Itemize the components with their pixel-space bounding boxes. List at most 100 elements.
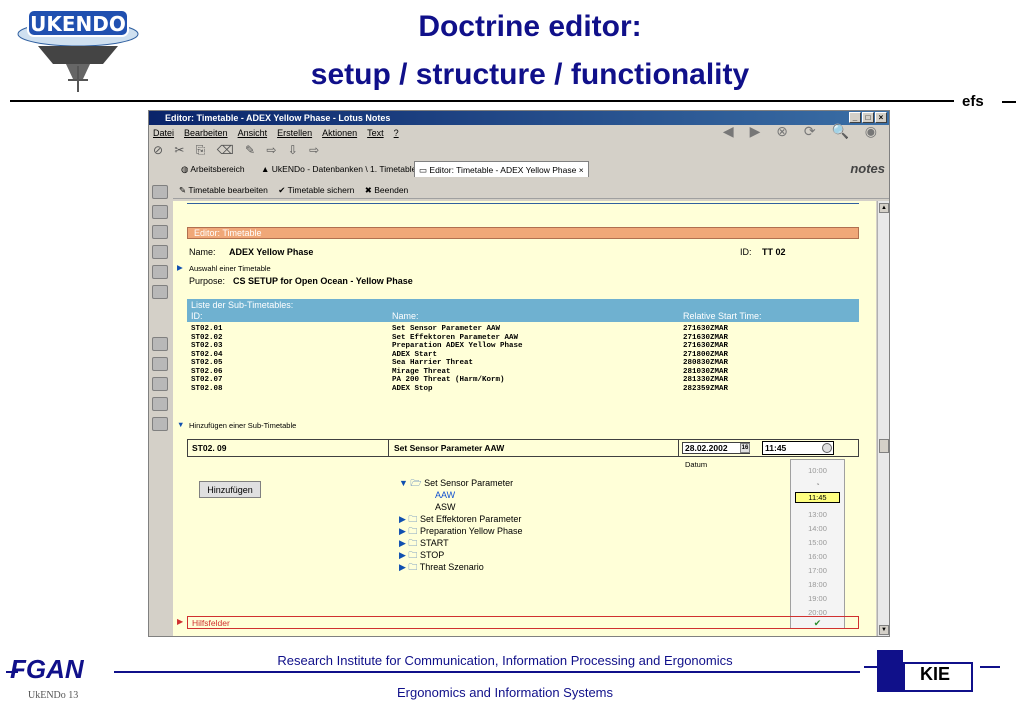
time-option[interactable]: 19:00 [791,594,844,603]
menu-ansicht[interactable]: Ansicht [238,126,268,141]
time-option[interactable]: 15:00 [791,538,844,547]
table-row[interactable]: ST02.01 Set Sensor Parameter AAW 271630ZMA… [191,325,791,334]
time-option[interactable]: 16:00 [791,552,844,561]
time-picker-list[interactable]: 10:00 ◔ 11:45 13:00 14:00 15:00 16:00 17… [790,459,845,629]
corner-label: efs [962,93,984,110]
svg-text:UKENDO: UKENDO [30,12,126,36]
table-row[interactable]: ST02.05 Sea Harrier Threat 280830ZMAR [191,359,791,368]
time-option[interactable]: 14:00 [791,524,844,533]
column-name: Name: [392,311,419,321]
action-save-timetable[interactable]: ✔ Timetable sichern [278,185,354,195]
footer-divider [114,671,860,673]
time-option[interactable]: 18:00 [791,580,844,589]
tree-node[interactable]: ▶ 🗀 Preparation Yellow Phase [399,525,599,537]
tab-close-icon[interactable]: × [579,165,584,175]
tree-node[interactable]: ▶ 🗀 Set Effektoren Parameter [399,513,599,525]
menu-bearbeiten[interactable]: Bearbeiten [184,126,228,141]
bookmark-icon[interactable] [152,245,168,259]
folder-icon: ▶ 🗀 [399,514,420,524]
action-exit[interactable]: ✖ Beenden [365,185,409,195]
maximize-button[interactable]: □ [862,112,874,123]
list-title: Liste der Sub-Timetables: [191,300,294,310]
kie-label: KIE [920,664,951,684]
bookmark-icon[interactable] [152,397,168,411]
tab-bar: ◍ Arbeitsbereich ▲ UkENDo - Datenbanken … [149,159,889,179]
slide-title-line1: Doctrine editor: [418,10,642,43]
name-field[interactable]: ADEX Yellow Phase [229,247,313,257]
tab-workspace[interactable]: ◍ Arbeitsbereich [177,161,249,177]
table-row[interactable]: ST02.02 Set Effektoren Parameter AAW 27163… [191,334,791,343]
navigation-icons[interactable]: ◀ ▶ ⊗ ⟳ 🔍 ◉ [723,123,883,140]
slide-title-line2: setup / structure / functionality [310,58,750,91]
table-row[interactable]: ST02.03 Preparation ADEX Yellow Phase 2716… [191,342,791,351]
cell-divider [678,440,679,456]
add-button[interactable]: Hinzufügen [199,481,261,498]
new-id-field[interactable]: ST02. 09 [192,443,227,453]
tab-databases[interactable]: ▲ UkENDo - Datenbanken \ 1. Timetables [257,161,425,177]
document-form: Editor: Timetable Name: ADEX Yellow Phas… [173,201,876,636]
expand-triangle-icon[interactable]: ▶ [177,263,183,272]
tab-editor[interactable]: ▭ Editor: Timetable - ADEX Yellow Phase … [414,161,589,177]
tree-node[interactable]: ▶ 🗀 STOP [399,549,599,561]
ukendo-logo: UKENDO [8,4,148,94]
id-field[interactable]: TT 02 [762,247,786,257]
helper-fields-section[interactable]: Hilfsfelder [187,616,859,629]
database-icon: ▲ [261,164,272,174]
menu-aktionen[interactable]: Aktionen [322,126,357,141]
name-label: Name: [189,247,216,257]
bookmark-icon[interactable] [152,357,168,371]
tree-node[interactable]: ▼ 🗁 Set Sensor Parameter [399,477,599,489]
expand-triangle-icon[interactable]: ▶ [177,617,183,626]
scroll-up-icon[interactable]: ▲ [879,203,889,213]
tree-leaf[interactable]: ASW [399,501,599,513]
minimize-button[interactable]: _ [849,112,861,123]
menu-help[interactable]: ? [394,126,399,141]
footer-department: Ergonomics and Information Systems [396,685,614,700]
subtimetable-list: ST02.01 Set Sensor Parameter AAW 271630ZMA… [191,325,791,393]
menu-erstellen[interactable]: Erstellen [277,126,312,141]
toolbar-icons[interactable]: ⊘ ✂ ⎘ ⌫ ✎ ⇨ ⇩ ⇨ [149,141,889,159]
select-timetable-label: Auswahl einer Timetable [189,264,271,273]
footer-line-right [980,666,1000,668]
new-name-field[interactable]: Set Sensor Parameter AAW [394,443,504,453]
purpose-field[interactable]: CS SETUP for Open Ocean - Yellow Phase [233,276,413,286]
menu-text[interactable]: Text [367,126,384,141]
scroll-thumb[interactable] [879,439,889,453]
clock-icon[interactable] [822,443,832,453]
footer-line-right [864,666,878,668]
bookmark-icon[interactable] [152,205,168,219]
scroll-down-icon[interactable]: ▼ [879,625,889,635]
editor-header-band: Editor: Timetable [187,227,859,239]
table-row[interactable]: ST02.08 ADEX Stop 282359ZMAR [191,385,791,394]
folder-icon: ▶ 🗀 [399,526,420,536]
table-row[interactable]: ST02.06 Mirage Threat 281030ZMAR [191,368,791,377]
close-button[interactable]: × [875,112,887,123]
column-start-time: Relative Start Time: [683,311,762,321]
bookmark-icon[interactable] [152,185,168,199]
collapse-triangle-icon[interactable]: ▼ [177,420,184,429]
bookmark-icon[interactable] [152,225,168,239]
table-row[interactable]: ST02.04 ADEX Start 271800ZMAR [191,351,791,360]
time-option[interactable]: 13:00 [791,510,844,519]
tree-node[interactable]: ▶ 🗀 START [399,537,599,549]
tree-leaf[interactable]: AAW [399,489,599,501]
bookmark-icon[interactable] [152,265,168,279]
bookmark-icon[interactable] [152,285,168,299]
page-number: UkENDo 13 [28,690,79,701]
action-bar: ✎ Timetable bearbeiten ✔ Timetable siche… [173,181,889,199]
header-divider [10,100,954,102]
bookmark-icon[interactable] [152,377,168,391]
calendar-icon[interactable]: 16 [740,443,750,453]
menu-datei[interactable]: Datei [153,126,174,141]
id-label: ID: [740,247,752,257]
vertical-scrollbar[interactable]: ▲ ▼ [877,201,889,636]
table-row[interactable]: ST02.07 PA 200 Threat (Harm/Korm) 281330ZM… [191,376,791,385]
time-option-selected[interactable]: 11:45 [795,492,840,503]
action-edit-timetable[interactable]: ✎ Timetable bearbeiten [179,185,268,195]
cell-divider [388,440,389,456]
bookmark-icon[interactable] [152,417,168,431]
time-option[interactable]: 17:00 [791,566,844,575]
time-option[interactable]: 10:00 [791,466,844,475]
tree-node[interactable]: ▶ 🗀 Threat Szenario [399,561,599,573]
bookmark-icon[interactable] [152,337,168,351]
